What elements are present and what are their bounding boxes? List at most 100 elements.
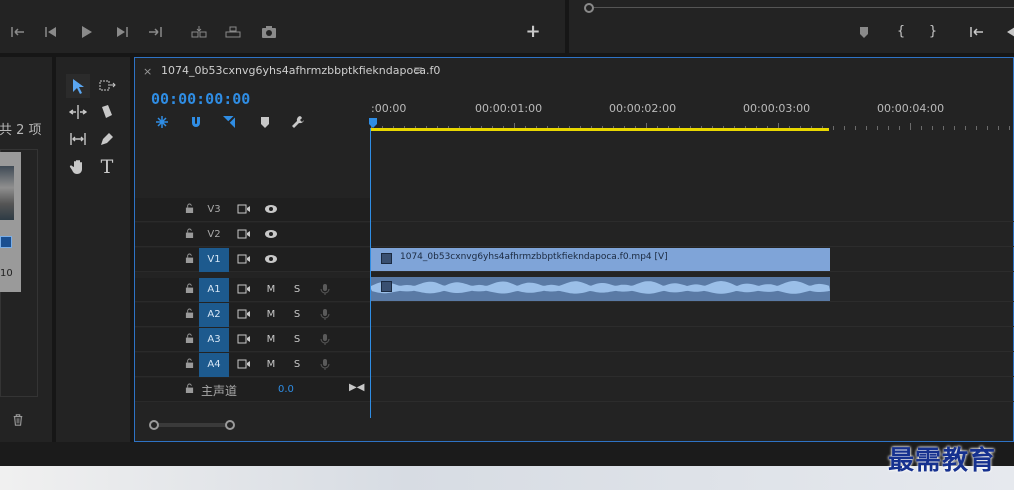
mute-button[interactable]: M [263,308,279,322]
export-frame-icon[interactable] [260,24,278,40]
hand-tool[interactable] [66,155,90,179]
panel-menu-icon[interactable]: ≡ [413,63,423,77]
track-header[interactable]: A3 M S [135,328,370,352]
track-lane[interactable] [371,328,1014,352]
play-icon[interactable] [77,24,95,40]
slip-tool[interactable] [66,127,90,151]
track-lane[interactable] [371,353,1014,377]
mute-button[interactable]: M [263,283,279,297]
trash-icon[interactable] [12,414,26,428]
track-a3[interactable]: A3 M S [135,328,1014,352]
work-area-bar[interactable] [371,128,829,131]
lock-icon[interactable] [185,308,195,320]
razor-tool[interactable] [95,100,119,124]
add-marker-icon[interactable] [855,24,873,40]
snap-nest-icon[interactable] [155,114,171,130]
track-header[interactable]: A4 M S [135,353,370,377]
mic-icon[interactable] [317,283,333,297]
mic-icon[interactable] [317,333,333,347]
lock-icon[interactable] [185,358,195,370]
close-tab-icon[interactable]: × [143,65,152,78]
track-target-a1[interactable]: A1 [199,278,229,302]
mute-button[interactable]: M [263,358,279,372]
type-tool[interactable]: T [95,155,119,179]
timeline-zoom-scrollbar[interactable] [149,420,235,430]
track-header[interactable]: V3 [135,198,370,222]
selection-tool[interactable] [66,74,90,98]
insert-icon[interactable] [190,24,208,40]
step-back-icon[interactable] [42,24,60,40]
timeline-tab[interactable]: × 1074_0b53cxnvg6yhs4afhrmzbbptkfiekndap… [135,58,1014,86]
track-target-a4[interactable]: A4 [199,353,229,377]
scrollbar-left-handle[interactable] [149,420,159,430]
solo-button[interactable]: S [289,308,305,322]
solo-button[interactable]: S [289,333,305,347]
track-target-a2[interactable]: A2 [199,303,229,327]
program-scrubber[interactable] [580,0,1014,13]
add-button[interactable]: + [524,23,542,41]
lock-icon[interactable] [185,203,195,215]
add-marker-icon[interactable] [258,114,274,130]
sync-lock-icon[interactable] [236,253,252,267]
solo-button[interactable]: S [289,358,305,372]
track-target-a3[interactable]: A3 [199,328,229,352]
sync-lock-icon[interactable] [236,333,252,347]
go-to-end-icon[interactable]: ▶◀ [349,382,364,393]
mark-out-icon[interactable]: } [924,24,942,40]
track-lane[interactable] [371,223,1014,247]
eye-icon[interactable] [263,228,279,242]
go-to-in-icon[interactable] [968,24,986,40]
step-forward-icon[interactable] [113,24,131,40]
track-header[interactable]: A2 M S [135,303,370,327]
go-to-out-icon[interactable] [146,24,164,40]
track-master[interactable]: 主声道 0.0 ▶◀ [135,378,1014,402]
sync-lock-icon[interactable] [236,358,252,372]
master-volume-value[interactable]: 0.0 [278,384,294,395]
eye-icon[interactable] [263,253,279,267]
track-target-v1[interactable]: V1 [199,248,229,272]
video-clip[interactable]: 1074_0b53cxnvg6yhs4afhrmzbbptkfiekndapoc… [371,248,830,271]
snap-magnet-icon[interactable] [189,114,205,130]
ripple-edit-tool[interactable] [66,100,90,124]
eye-icon[interactable] [263,203,279,217]
lock-icon[interactable] [185,283,195,295]
track-v3[interactable]: V3 [135,198,1014,222]
mark-in-icon[interactable]: { [892,24,910,40]
mic-icon[interactable] [317,358,333,372]
overwrite-icon[interactable] [224,24,242,40]
lock-icon[interactable] [185,253,195,265]
track-header[interactable]: V2 [135,223,370,247]
track-header[interactable]: A1 M S [135,278,370,302]
time-ruler[interactable]: :00:00 00:00:01:00 00:00:02:00 00:00:03:00 0… [371,98,1014,130]
scrub-playhead[interactable] [584,3,594,13]
track-lane[interactable] [371,198,1014,222]
solo-button[interactable]: S [289,283,305,297]
step-back-icon[interactable] [1001,24,1014,40]
audio-clip[interactable] [371,277,830,301]
track-a2[interactable]: A2 M S [135,303,1014,327]
sync-lock-icon[interactable] [236,228,252,242]
lock-icon[interactable] [185,333,195,345]
track-a4[interactable]: A4 M S [135,353,1014,377]
track-lane[interactable] [371,378,1014,402]
pen-tool[interactable] [95,127,119,151]
track-target-v3[interactable]: V3 [199,198,229,222]
mic-icon[interactable] [317,308,333,322]
linked-selection-icon[interactable] [222,114,238,130]
mark-in-icon[interactable] [9,24,27,40]
lock-icon[interactable] [185,228,195,240]
scrollbar-right-handle[interactable] [225,420,235,430]
track-select-tool[interactable] [95,74,119,98]
track-lane[interactable] [371,303,1014,327]
wrench-icon[interactable] [291,114,307,130]
track-header[interactable]: 主声道 0.0 ▶◀ [135,378,370,402]
track-v2[interactable]: V2 [135,223,1014,247]
playhead-timecode[interactable]: 00:00:00:00 [151,90,250,108]
mute-button[interactable]: M [263,333,279,347]
project-clip-thumbnail[interactable]: 10 [0,152,21,292]
sync-lock-icon[interactable] [236,308,252,322]
track-header[interactable]: V1 [135,248,370,272]
track-target-v2[interactable]: V2 [199,223,229,247]
lock-icon[interactable] [185,383,195,395]
sync-lock-icon[interactable] [236,283,252,297]
